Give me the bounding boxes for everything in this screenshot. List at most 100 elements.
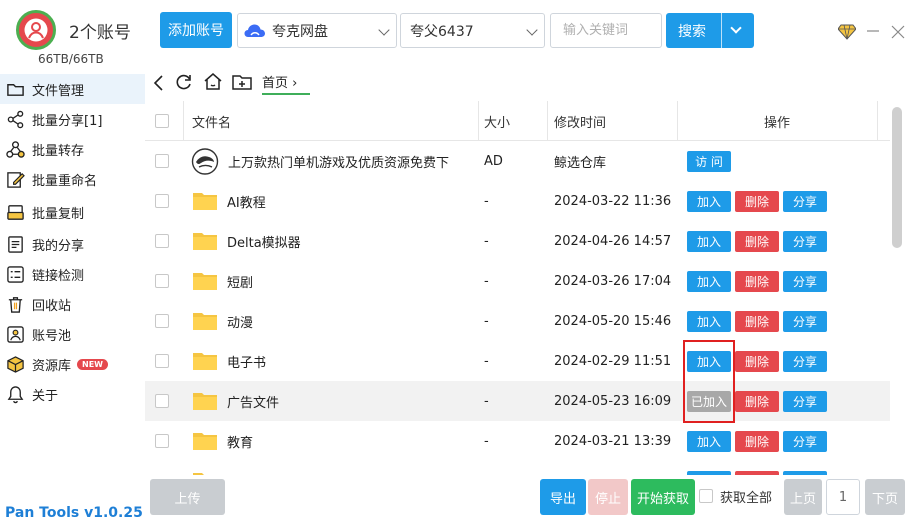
stop-button[interactable]: 停止 <box>588 479 628 515</box>
row-checkbox[interactable] <box>155 354 169 368</box>
add-button[interactable]: 加入 <box>687 431 731 452</box>
file-name[interactable]: 电子书 <box>227 341 266 381</box>
sidebar-item-file-manager[interactable]: 文件管理 <box>0 74 145 104</box>
file-size: - <box>484 393 489 409</box>
transfer-icon <box>6 140 25 158</box>
file-name[interactable]: 广告文件 <box>227 381 279 421</box>
share-button[interactable]: 分享 <box>783 351 827 372</box>
column-header-modified[interactable]: 修改时间 <box>554 101 606 141</box>
sidebar-item-recycle-bin[interactable]: 回收站 <box>0 289 145 319</box>
add-button[interactable]: 加入 <box>687 271 731 292</box>
breadcrumb-underline <box>262 93 310 95</box>
user-select[interactable]: 夸父6437 <box>400 13 545 48</box>
sidebar-item-label: 文件管理 <box>32 83 85 99</box>
back-icon[interactable] <box>152 74 166 92</box>
divider <box>478 101 479 141</box>
table-row[interactable]: 短剧 - 2024-03-26 17:04 加入 删除 分享 <box>145 261 890 301</box>
delete-button[interactable]: 删除 <box>735 191 779 212</box>
account-icon <box>7 325 24 343</box>
file-name[interactable]: 短剧 <box>227 261 253 301</box>
add-button[interactable]: 加入 <box>687 191 731 212</box>
new-badge: NEW <box>77 358 108 370</box>
sidebar-item-my-shares[interactable]: 我的分享 <box>0 229 145 259</box>
minimize-icon[interactable] <box>866 24 880 38</box>
row-checkbox[interactable] <box>155 274 169 288</box>
table-row[interactable]: 动漫 - 2024-05-20 15:46 加入 删除 分享 <box>145 301 890 341</box>
fetch-all-label[interactable]: 获取全部 <box>720 487 772 506</box>
close-icon[interactable] <box>890 24 906 40</box>
sidebar-item-link-check[interactable]: 链接检测 <box>0 259 145 289</box>
share-button[interactable]: 分享 <box>783 391 827 412</box>
table-row[interactable]: 教育 - 2024-03-21 13:39 加入 删除 分享 <box>145 421 890 461</box>
share-button[interactable]: 分享 <box>783 431 827 452</box>
row-checkbox[interactable] <box>155 434 169 448</box>
table-row[interactable]: 上万款热门单机游戏及优质资源免费下 AD 鲸选仓库 访 问 <box>145 141 890 181</box>
sidebar-item-batch-share[interactable]: 批量分享[1] <box>0 104 145 134</box>
table-row[interactable]: 电子书 - 2024-02-29 11:51 加入 删除 分享 <box>145 341 890 381</box>
delete-button[interactable]: 删除 <box>735 271 779 292</box>
delete-button[interactable]: 删除 <box>735 311 779 332</box>
sidebar-item-batch-transfer[interactable]: 批量转存 <box>0 134 145 164</box>
fetch-all-checkbox[interactable] <box>699 489 713 503</box>
export-button[interactable]: 导出 <box>540 479 586 515</box>
start-fetch-button[interactable]: 开始获取 <box>631 479 695 515</box>
home-icon[interactable] <box>203 72 223 91</box>
sidebar-item-batch-copy[interactable]: 批量复制 <box>0 197 145 227</box>
refresh-icon[interactable] <box>175 73 193 91</box>
delete-button[interactable]: 删除 <box>735 431 779 452</box>
row-checkbox[interactable] <box>155 154 169 168</box>
file-name[interactable]: AI教程 <box>227 181 266 221</box>
file-name[interactable]: 上万款热门单机游戏及优质资源免费下 <box>228 141 449 181</box>
sidebar-item-about[interactable]: 关于 <box>0 379 145 409</box>
visit-button[interactable]: 访 问 <box>687 151 731 172</box>
row-checkbox[interactable] <box>155 314 169 328</box>
breadcrumb-home[interactable]: 首页 › <box>262 72 297 91</box>
sidebar-item-resource-library[interactable]: 资源库 NEW <box>0 349 145 379</box>
add-button[interactable]: 加入 <box>687 231 731 252</box>
file-modified: 2024-03-22 11:36 <box>554 193 672 209</box>
share-button[interactable]: 分享 <box>783 231 827 252</box>
drive-select[interactable]: 夸克网盘 <box>237 13 397 48</box>
file-name[interactable]: Delta模拟器 <box>227 221 301 261</box>
sidebar-item-account-pool[interactable]: 账号池 <box>0 319 145 349</box>
row-checkbox[interactable] <box>155 194 169 208</box>
column-header-name[interactable]: 文件名 <box>192 101 231 141</box>
delete-button[interactable]: 删除 <box>735 231 779 252</box>
delete-button[interactable]: 删除 <box>735 391 779 412</box>
new-folder-icon[interactable] <box>231 72 253 91</box>
search-dropdown-icon[interactable] <box>730 22 742 34</box>
diamond-icon[interactable] <box>838 24 856 40</box>
add-button[interactable]: 加入 <box>687 311 731 332</box>
share-button[interactable]: 分享 <box>783 271 827 292</box>
share-button[interactable]: 分享 <box>783 191 827 212</box>
table-row[interactable] <box>145 461 890 475</box>
table-row[interactable]: 广告文件 - 2024-05-23 16:09 已加入 删除 分享 <box>145 381 890 421</box>
upload-button[interactable]: 上传 <box>150 479 225 515</box>
table-row[interactable]: AI教程 - 2024-03-22 11:36 加入 删除 分享 <box>145 181 890 221</box>
scrollbar-thumb[interactable] <box>892 107 902 248</box>
prev-page-button[interactable]: 上页 <box>784 479 822 515</box>
column-header-size[interactable]: 大小 <box>484 101 510 141</box>
table-row[interactable]: Delta模拟器 - 2024-04-26 14:57 加入 删除 分享 <box>145 221 890 261</box>
divider <box>547 101 548 141</box>
avatar[interactable] <box>16 10 56 50</box>
file-name[interactable]: 教育 <box>227 421 253 461</box>
sidebar-item-batch-rename[interactable]: 批量重命名 <box>0 164 145 194</box>
row-checkbox[interactable] <box>155 234 169 248</box>
storage-usage: 66TB/66TB <box>38 52 104 66</box>
share-button[interactable]: 分享 <box>783 311 827 332</box>
select-all-checkbox[interactable] <box>155 114 169 128</box>
folder-icon <box>193 433 217 450</box>
file-modified: 2024-04-26 14:57 <box>554 233 672 249</box>
delete-button[interactable]: 删除 <box>735 351 779 372</box>
document-icon <box>8 235 23 253</box>
file-name[interactable]: 动漫 <box>227 301 253 341</box>
file-modified: 2024-03-26 17:04 <box>554 273 672 289</box>
row-checkbox[interactable] <box>155 394 169 408</box>
search-button[interactable]: 搜索 <box>666 13 754 48</box>
folder-icon <box>7 83 24 96</box>
page-input[interactable]: 1 <box>826 479 860 515</box>
next-page-button[interactable]: 下页 <box>865 479 905 515</box>
search-input[interactable] <box>550 13 662 48</box>
add-account-button[interactable]: 添加账号 <box>160 12 232 48</box>
